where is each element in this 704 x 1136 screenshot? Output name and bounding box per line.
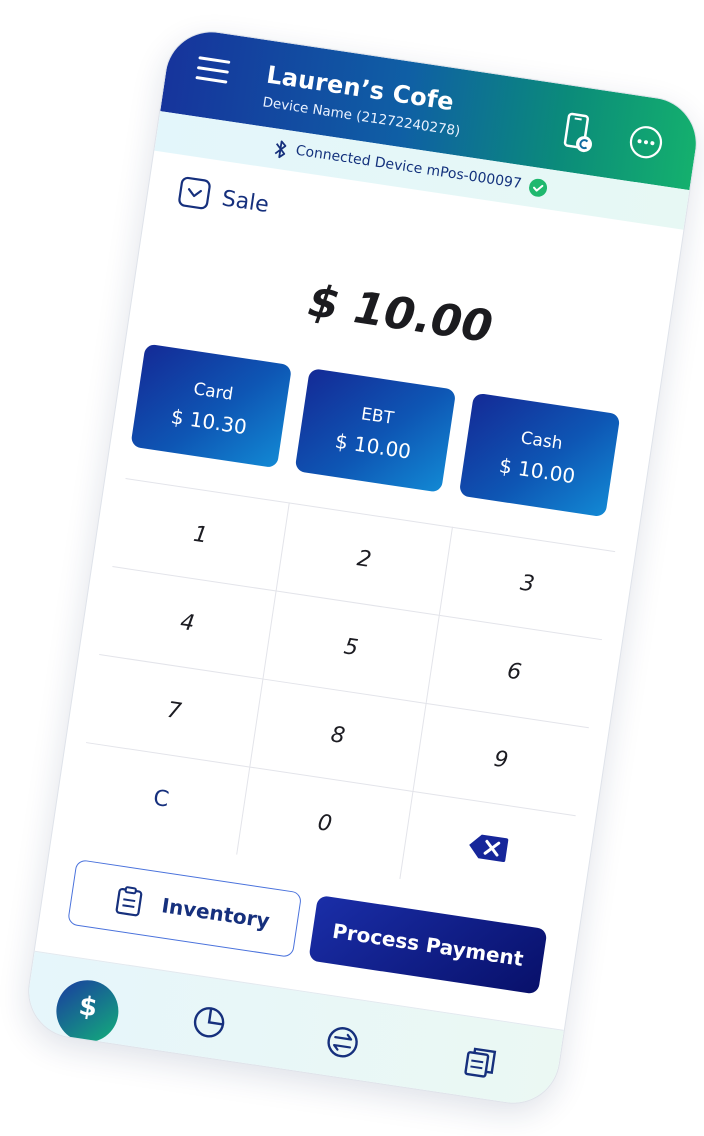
more-icon[interactable] <box>627 123 666 162</box>
tender-card-button[interactable]: Card $ 10.30 <box>130 343 293 469</box>
nav-payment-tab[interactable]: $ <box>52 975 123 1047</box>
check-icon <box>529 178 548 197</box>
process-payment-button[interactable]: Process Payment <box>308 895 548 995</box>
tender-cash-button[interactable]: Cash $ 10.00 <box>458 392 621 518</box>
device-icon[interactable] <box>561 111 599 155</box>
inventory-label: Inventory <box>160 893 272 933</box>
chevron-down-icon <box>178 176 211 210</box>
bluetooth-icon <box>274 140 287 159</box>
dollar-icon: $ <box>76 991 100 1024</box>
transaction-type-selector[interactable]: Sale <box>176 175 270 218</box>
history-icon[interactable] <box>461 1043 502 1084</box>
clipboard-icon <box>115 886 143 917</box>
transfer-icon[interactable] <box>322 1022 363 1063</box>
tender-ebt-button[interactable]: EBT $ 10.00 <box>294 368 457 493</box>
backspace-icon <box>469 834 509 863</box>
phone-frame: Lauren’s Cofe Device Name (21272240278) … <box>22 26 703 1109</box>
pie-chart-icon[interactable] <box>189 1002 230 1043</box>
transaction-type-label: Sale <box>220 186 271 219</box>
numeric-keypad: 1 2 3 4 5 6 7 8 9 C 0 <box>73 478 616 904</box>
inventory-button[interactable]: Inventory <box>67 858 303 958</box>
menu-icon[interactable] <box>195 54 233 87</box>
